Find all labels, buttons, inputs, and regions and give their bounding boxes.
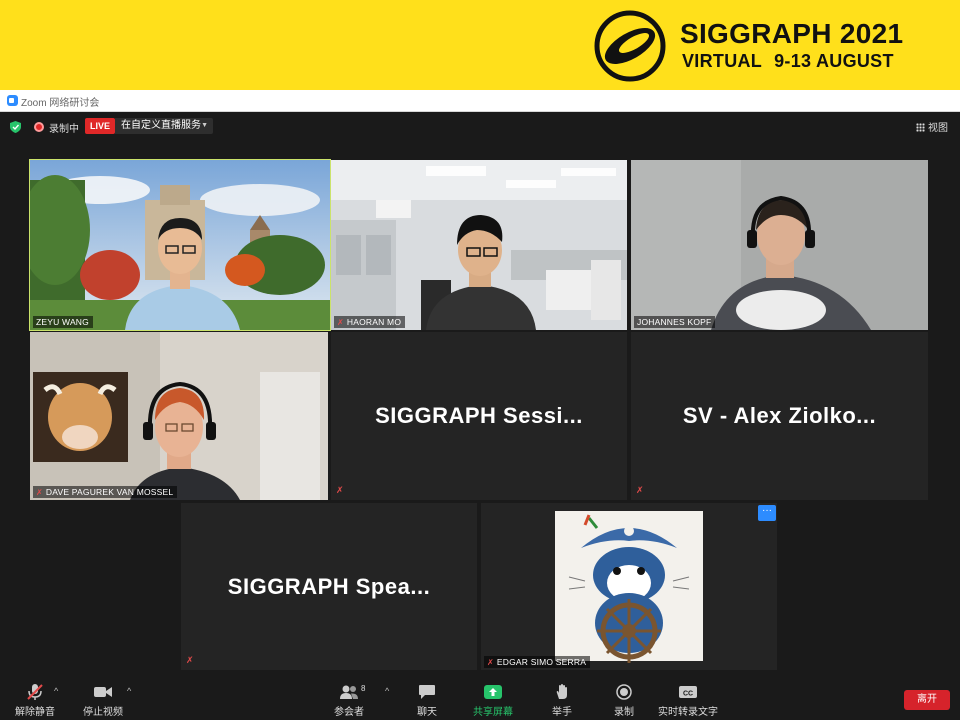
video-tile-zeyu-wang[interactable]: ZEYU WANG (29, 159, 331, 331)
banner-dates: 9-13 AUGUST (774, 51, 894, 71)
banner-title: SIGGRAPH 2021 (680, 18, 904, 49)
video-options-caret-icon[interactable]: ^ (127, 686, 131, 696)
participant-name: ✗ HAORAN MO (334, 316, 406, 328)
meeting-topbar: 录制中 LIVE 在自定义直播服务 ▼ 视图 (0, 112, 960, 140)
security-shield-icon[interactable] (10, 121, 21, 133)
recording-icon (34, 122, 44, 132)
unmute-label: 解除静音 (15, 707, 55, 718)
video-feed (331, 160, 627, 330)
banner-subtitle: VIRTUAL 9-13 AUGUST (682, 51, 894, 72)
svg-text:CC: CC (683, 691, 693, 698)
record-icon (616, 684, 632, 700)
raise-hand-label: 举手 (552, 707, 572, 718)
siggraph-logo (594, 10, 666, 82)
stop-video-label: 停止视频 (83, 707, 123, 718)
chat-bubble-icon (419, 685, 435, 699)
video-tile-siggraph-speaker[interactable]: SIGGRAPH Spea... ✗ (181, 503, 477, 670)
view-button[interactable]: 视图 (916, 119, 948, 134)
closed-caption-icon: CC (679, 686, 697, 698)
participant-name-placeholder: SV - Alex Ziolko... (682, 403, 877, 428)
live-transcript-label: 实时转录文字 (658, 707, 718, 718)
meeting-toolbar: 解除静音 ^ 停止视频 ^ 参会者 8 ^ 聊天 共享屏幕 举手 录制 CC 实… (0, 678, 960, 720)
video-tile-johannes-kopf[interactable]: JOHANNES KOPF (631, 160, 928, 330)
banner-virtual: VIRTUAL (682, 51, 763, 71)
live-service-dropdown[interactable]: 在自定义直播服务 ▼ (115, 118, 213, 134)
recording-label[interactable]: 录制中 (49, 120, 79, 135)
video-camera-icon (94, 687, 112, 697)
participant-name: ✗ DAVE PAGUREK VAN MOSSEL (33, 486, 178, 498)
grid-icon (916, 123, 925, 132)
window-titlebar: Zoom 网络研讨会 (0, 90, 960, 112)
video-tile-dave-pagurek-van-mossel[interactable]: ✗ DAVE PAGUREK VAN MOSSEL (30, 332, 328, 500)
chat-button[interactable]: 聊天 (392, 682, 462, 720)
video-feed (631, 160, 928, 330)
video-tile-sv-alex-ziolko[interactable]: SV - Alex Ziolko... ✗ (631, 332, 928, 500)
mic-muted-icon: ✗ (36, 488, 43, 497)
share-screen-icon (484, 685, 502, 699)
audio-options-caret-icon[interactable]: ^ (54, 686, 58, 696)
record-label: 录制 (614, 707, 634, 718)
video-tile-edgar-simo-serra[interactable]: ··· ✗ EDGAR SIMO SERRA (481, 503, 777, 670)
mic-muted-icon: ✗ (186, 655, 194, 665)
participant-name: JOHANNES KOPF (634, 316, 716, 328)
share-screen-label: 共享屏幕 (473, 707, 513, 718)
window-title: Zoom 网络研讨会 (21, 98, 100, 109)
siggraph-banner: SIGGRAPH 2021 VIRTUAL 9-13 AUGUST (0, 0, 960, 90)
mic-muted-icon: ✗ (336, 485, 344, 495)
participant-name: ZEYU WANG (33, 316, 93, 328)
raise-hand-icon (556, 684, 567, 699)
live-transcript-button[interactable]: CC 实时转录文字 (653, 682, 723, 720)
pirate-cat-avatar (555, 511, 703, 663)
participant-count: 8 (361, 684, 366, 693)
video-tile-haoran-mo[interactable]: ✗ HAORAN MO (331, 160, 627, 330)
mic-muted-icon (27, 684, 43, 700)
participants-icon (340, 685, 358, 699)
mic-muted-icon: ✗ (636, 485, 644, 495)
zoom-meeting: 录制中 LIVE 在自定义直播服务 ▼ 视图 ZEYU WANG ✗ HAORA… (0, 112, 960, 720)
live-service-label: 在自定义直播服务 (121, 120, 201, 131)
share-screen-button[interactable]: 共享屏幕 (458, 682, 528, 720)
participants-button[interactable]: 参会者 (314, 682, 384, 720)
zoom-app-icon (7, 95, 18, 106)
participant-name: ✗ EDGAR SIMO SERRA (484, 656, 591, 668)
more-options-button[interactable]: ··· (758, 505, 776, 521)
participants-options-caret-icon[interactable]: ^ (385, 686, 389, 696)
participant-name-placeholder: SIGGRAPH Spea... (227, 573, 431, 599)
raise-hand-button[interactable]: 举手 (527, 682, 597, 720)
unmute-button[interactable]: 解除静音 (0, 682, 70, 720)
video-feed (30, 160, 330, 330)
chat-label: 聊天 (417, 707, 437, 718)
leave-button[interactable]: 离开 (904, 690, 950, 710)
participant-name-placeholder: SIGGRAPH Sessi... (375, 403, 583, 428)
view-label: 视图 (928, 123, 948, 134)
record-button[interactable]: 录制 (589, 682, 659, 720)
mic-muted-icon: ✗ (487, 658, 494, 667)
video-feed (30, 332, 328, 500)
mic-muted-icon: ✗ (337, 318, 344, 327)
video-tile-siggraph-session[interactable]: SIGGRAPH Sessi... ✗ (331, 332, 627, 500)
live-badge: LIVE (85, 118, 115, 134)
participants-label: 参会者 (334, 707, 364, 718)
caret-down-icon: ▼ (201, 122, 208, 129)
